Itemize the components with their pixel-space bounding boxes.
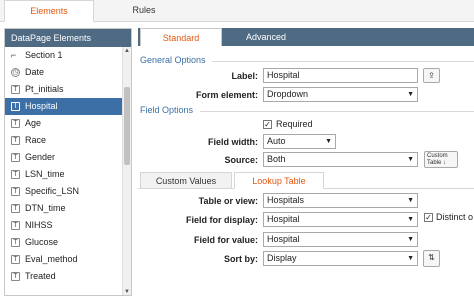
chevron-down-icon: ▼ [407, 156, 414, 163]
section-divider [200, 111, 474, 112]
tree-item-gender[interactable]: T Gender [5, 149, 131, 166]
source-label: Source: [224, 155, 258, 165]
tree-item-lsn-time[interactable]: T LSN_time [5, 166, 131, 183]
text-field-icon: T [11, 204, 20, 213]
chevron-down-icon: ▼ [325, 138, 332, 145]
field-for-value-value: Hospital [267, 234, 300, 244]
label-field-label: Label: [231, 71, 258, 81]
text-field-icon: T [11, 272, 20, 281]
tree-item-section-1[interactable]: ⌐ Section 1 [5, 47, 131, 64]
form-element-select[interactable]: Dropdown ▼ [263, 87, 418, 102]
tree-item-eval-method[interactable]: T Eval_method [5, 251, 131, 268]
info-field-icon: I [11, 102, 20, 111]
tree-item-date[interactable]: ◷ Date [5, 64, 131, 81]
chevron-down-icon: ▼ [407, 197, 414, 204]
scroll-thumb[interactable] [124, 87, 130, 165]
sort-by-select[interactable]: Display ▼ [263, 251, 418, 266]
chevron-down-icon: ▼ [407, 216, 414, 223]
table-or-view-value: Hospitals [267, 195, 305, 205]
field-for-value-label: Field for value: [193, 235, 258, 245]
panel-header: DataPage Elements [5, 29, 131, 47]
text-field-icon: T [11, 119, 20, 128]
chevron-down-icon: ▼ [407, 91, 414, 98]
custom-table-button[interactable]: Custom Table ↓ [424, 151, 458, 168]
source-value: Both [267, 154, 286, 164]
field-for-display-label: Field for display: [185, 215, 258, 225]
required-label: Required [276, 119, 313, 129]
chevron-down-icon: ▼ [407, 236, 414, 243]
tree-item-age[interactable]: T Age [5, 115, 131, 132]
section-divider [212, 61, 474, 62]
text-field-icon: T [11, 136, 20, 145]
text-field-icon: T [11, 187, 20, 196]
tree-scrollbar[interactable]: ▲ ▼ [122, 47, 131, 295]
tree-item-pt-initials[interactable]: T Pt_initials [5, 81, 131, 98]
translate-icon[interactable]: ⇪ [423, 68, 440, 83]
form-element-value: Dropdown [267, 89, 309, 99]
settings-tab-bar: Standard Advanced [138, 28, 474, 46]
distinct-label: Distinct o [436, 212, 474, 222]
tree-item-race[interactable]: T Race [5, 132, 131, 149]
field-for-display-value: Hospital [267, 214, 300, 224]
element-tree: ⌐ Section 1 ◷ Date T Pt_initials I Hospital … [5, 47, 131, 285]
distinct-checkbox[interactable]: ✓ [424, 213, 433, 222]
tab-lookup-table[interactable]: Lookup Table [234, 172, 324, 189]
tree-item-specific-lsn[interactable]: T Specific_LSN [5, 183, 131, 200]
form-element-label: Form element: [195, 90, 258, 100]
text-field-icon: T [11, 85, 20, 94]
tree-item-dtn-time[interactable]: T DTN_time [5, 200, 131, 217]
source-tab-bar: Custom Values Lookup Table [138, 172, 474, 189]
field-options-title: Field Options [140, 105, 194, 115]
chevron-down-icon: ▼ [407, 255, 414, 262]
scroll-down-arrow-icon[interactable]: ▼ [123, 288, 131, 295]
tree-item-hospital[interactable]: I Hospital [5, 98, 131, 115]
tab-advanced[interactable]: Advanced [222, 28, 310, 46]
field-width-value: Auto [267, 136, 286, 146]
tab-rules[interactable]: Rules [96, 0, 192, 22]
text-field-icon: T [11, 238, 20, 247]
tab-standard[interactable]: Standard [140, 28, 222, 46]
datapage-elements-panel: DataPage Elements ⌐ Section 1 ◷ Date T Pt_i… [4, 28, 132, 296]
required-checkbox[interactable]: ✓ [263, 120, 272, 129]
sort-order-icon[interactable]: ⇅ [423, 250, 440, 267]
general-options-title: General Options [140, 55, 206, 65]
field-for-value-select[interactable]: Hospital ▼ [263, 232, 418, 247]
sort-by-value: Display [267, 253, 297, 263]
text-field-icon: T [11, 153, 20, 162]
field-width-select[interactable]: Auto ▼ [263, 134, 336, 149]
table-or-view-select[interactable]: Hospitals ▼ [263, 193, 418, 208]
table-or-view-label: Table or view: [198, 196, 258, 206]
label-input[interactable]: Hospital [263, 68, 418, 83]
field-for-display-select[interactable]: Hospital ▼ [263, 212, 418, 227]
tab-custom-values[interactable]: Custom Values [140, 172, 232, 189]
sort-by-label: Sort by: [223, 254, 258, 264]
source-select[interactable]: Both ▼ [263, 152, 418, 167]
tab-elements[interactable]: Elements [4, 0, 94, 22]
clock-icon: ◷ [11, 68, 20, 77]
section-icon: ⌐ [10, 50, 17, 60]
text-field-icon: T [11, 255, 20, 264]
text-field-icon: T [11, 221, 20, 230]
field-width-label: Field width: [208, 137, 258, 147]
tree-item-glucose[interactable]: T Glucose [5, 234, 131, 251]
tree-item-nihss[interactable]: T NIHSS [5, 217, 131, 234]
tree-item-treated[interactable]: T Treated [5, 268, 131, 285]
top-tab-bar: Elements Rules [0, 0, 474, 22]
text-field-icon: T [11, 170, 20, 179]
scroll-up-arrow-icon[interactable]: ▲ [123, 47, 131, 56]
